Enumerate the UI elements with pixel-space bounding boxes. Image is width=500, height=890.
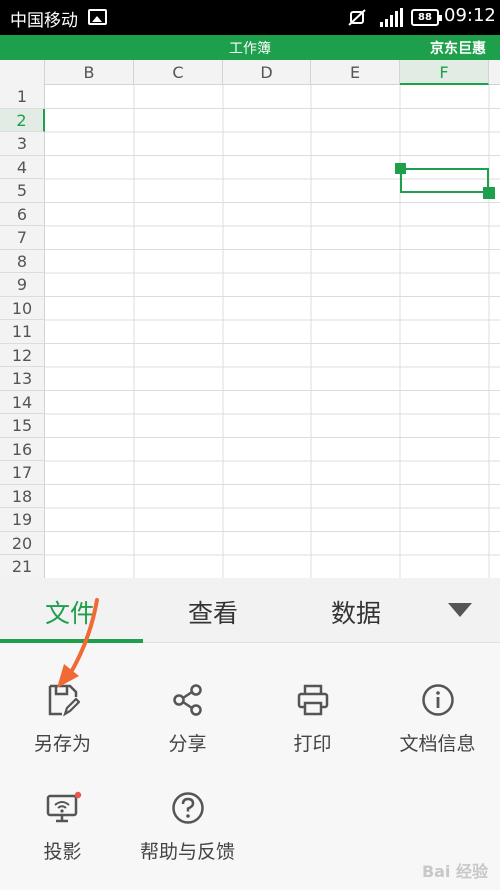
clock: 09:12 [444,5,496,26]
row-header[interactable]: 11 [0,320,45,344]
save-as-icon [48,684,80,717]
mute-icon [348,9,366,26]
tab-data[interactable]: 数据 [286,594,426,630]
column-header-f[interactable]: F [400,60,489,85]
save-as-button[interactable]: 另存为 [0,683,125,756]
print-button[interactable]: 打印 [250,683,375,756]
row-header[interactable]: 21 [0,555,45,578]
share-button[interactable]: 分享 [125,683,250,756]
user-name[interactable]: 京东巨惠 [430,38,486,58]
row-header[interactable]: 3 [0,132,45,156]
column-header-d[interactable]: D [223,60,311,85]
tab-file[interactable]: 文件 [0,594,140,630]
save-as-label: 另存为 [33,733,91,755]
watermark: Bai 经验 [421,862,488,881]
title-bar: 工作簿 京东巨惠 [0,35,500,60]
column-header-row: B C D E F [0,60,500,85]
triangle-down-icon[interactable] [448,603,472,617]
column-header-b[interactable]: B [45,60,134,85]
carrier-name: 中国移动 [10,11,78,31]
file-actions-panel: 另存为 分享 打印 文档信息 投影 帮助与反馈 Bai 经验 [0,643,500,890]
document-info-label: 文档信息 [399,733,476,755]
row-header[interactable]: 18 [0,484,45,508]
selected-cell-f2[interactable] [400,168,489,193]
print-icon [297,684,328,716]
help-feedback-button[interactable]: 帮助与反馈 [125,791,250,864]
document-title[interactable]: 工作簿 [0,38,500,58]
row-header[interactable]: 1 [0,85,45,109]
help-icon [171,792,204,824]
row-header[interactable]: 9 [0,273,45,297]
row-header[interactable]: 7 [0,226,45,250]
print-label: 打印 [293,733,332,755]
share-icon [172,684,202,716]
select-all-corner[interactable] [0,60,45,85]
row-header[interactable]: 14 [0,390,45,414]
row-header[interactable]: 5 [0,179,45,203]
row-header-selected[interactable]: 2 [0,108,45,132]
projection-button[interactable]: 投影 [0,791,125,864]
battery-icon: 88 [411,9,442,26]
image-icon [88,9,107,25]
help-feedback-label: 帮助与反馈 [139,841,235,863]
row-header[interactable]: 16 [0,437,45,461]
status-bar: 中国移动 88 09:12 [0,0,500,35]
selection-handle-bottom-right[interactable] [483,187,495,199]
projection-label: 投影 [43,841,82,863]
row-header[interactable]: 19 [0,508,45,532]
menu-tab-bar: 文件 查看 数据 [0,578,500,643]
row-header[interactable]: 13 [0,367,45,391]
spreadsheet-grid[interactable]: B C D E F 1 2 3 4 5 6 7 8 9 10 11 12 13 … [0,60,500,578]
info-icon [421,684,454,716]
signal-icon [380,8,403,27]
row-header[interactable]: 8 [0,249,45,273]
document-title-wrap: 工作簿 [0,38,500,58]
row-header[interactable]: 20 [0,531,45,555]
selection-handle-top-left[interactable] [395,163,406,174]
projection-icon [46,791,81,823]
column-header-c[interactable]: C [134,60,223,85]
row-header[interactable]: 15 [0,414,45,438]
row-header[interactable]: 10 [0,296,45,320]
row-header[interactable]: 12 [0,343,45,367]
share-label: 分享 [168,733,207,755]
grid-lines [45,85,500,578]
document-info-button[interactable]: 文档信息 [375,683,500,756]
row-header[interactable]: 17 [0,461,45,485]
column-header-e[interactable]: E [311,60,400,85]
row-header[interactable]: 4 [0,155,45,179]
tab-view[interactable]: 查看 [143,594,283,630]
row-header[interactable]: 6 [0,202,45,226]
